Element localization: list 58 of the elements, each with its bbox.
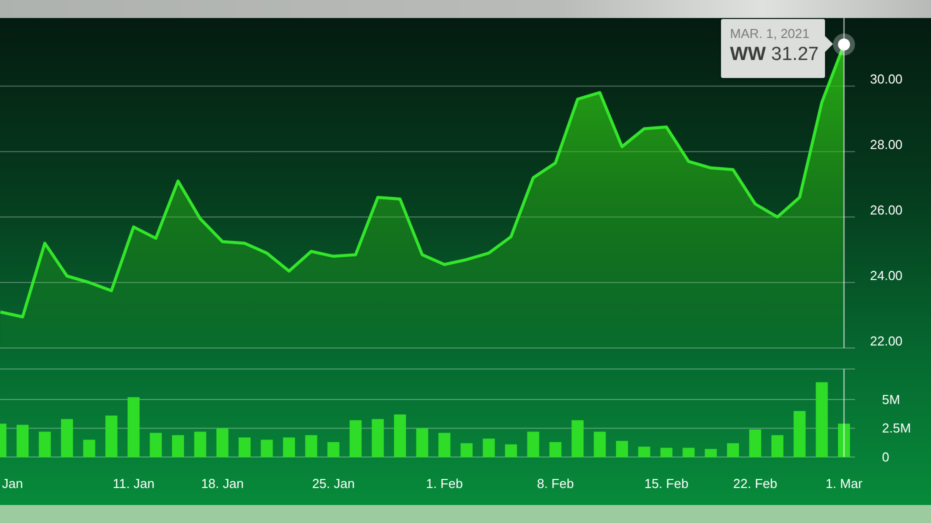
volume-bar (327, 442, 340, 457)
volume-bar (505, 444, 517, 457)
volume-bar (838, 424, 850, 457)
volume-bar (771, 435, 784, 457)
volume-bar (660, 448, 672, 457)
volume-bar (238, 437, 251, 457)
volume-bar (105, 416, 118, 457)
axis-label: 0 (882, 450, 890, 464)
volume-bar (350, 420, 362, 457)
volume-bar (194, 432, 206, 457)
volume-bar (572, 420, 584, 457)
axis-label: Jan (2, 476, 23, 491)
volume-bar (438, 432, 450, 457)
axis-label: 26.00 (870, 202, 903, 218)
volume-bar (0, 424, 6, 457)
axis-label: 2.5M (882, 420, 911, 436)
volume-bar (260, 440, 273, 457)
volume-bar (128, 397, 140, 457)
volume-bar (549, 442, 562, 457)
tooltip-date: MAR. 1, 2021 (730, 26, 810, 42)
volume-bar (527, 432, 540, 457)
volume-bar (749, 429, 762, 457)
volume-bar (172, 435, 184, 457)
point-marker (833, 34, 855, 56)
volume-bar (61, 419, 73, 457)
volume-bar (682, 448, 695, 457)
volume-bar (83, 440, 96, 457)
volume-bar (216, 428, 228, 457)
volume-bar (416, 428, 428, 457)
volume-bar (283, 437, 295, 457)
volume-bar (372, 419, 384, 457)
volume-bar (616, 440, 628, 457)
axis-label: 11. Jan (112, 476, 154, 491)
volume-bar (305, 435, 318, 457)
volume-bar (638, 446, 650, 457)
axis-label: 25. Jan (312, 476, 355, 491)
axis-label: 28.00 (870, 137, 903, 152)
axis-label: 8. Feb (536, 476, 574, 491)
axis-label: 30.00 (870, 72, 903, 87)
axis-label: 15. Feb (644, 476, 688, 491)
axis-label: 1. Mar (826, 476, 862, 491)
axis-label: 24.00 (870, 268, 903, 284)
volume-bar (460, 443, 473, 457)
volume-bar (704, 448, 717, 457)
axis-label: 1. Feb (426, 476, 463, 491)
axis-label: 18. Jan (201, 476, 244, 491)
tooltip-value: WW 31.27 (730, 43, 820, 67)
volume-bar (16, 424, 29, 457)
volume-bar (794, 410, 806, 457)
volume-bar (394, 414, 406, 457)
volume-bar (38, 432, 51, 457)
volume-bar (150, 432, 162, 457)
axis-label: 22.00 (870, 334, 903, 348)
volume-bar (727, 443, 739, 457)
volume-bar (594, 432, 606, 457)
volume-bar (482, 438, 495, 457)
axis-label: 22. Feb (733, 476, 778, 491)
axis-label: 5M (882, 392, 900, 407)
